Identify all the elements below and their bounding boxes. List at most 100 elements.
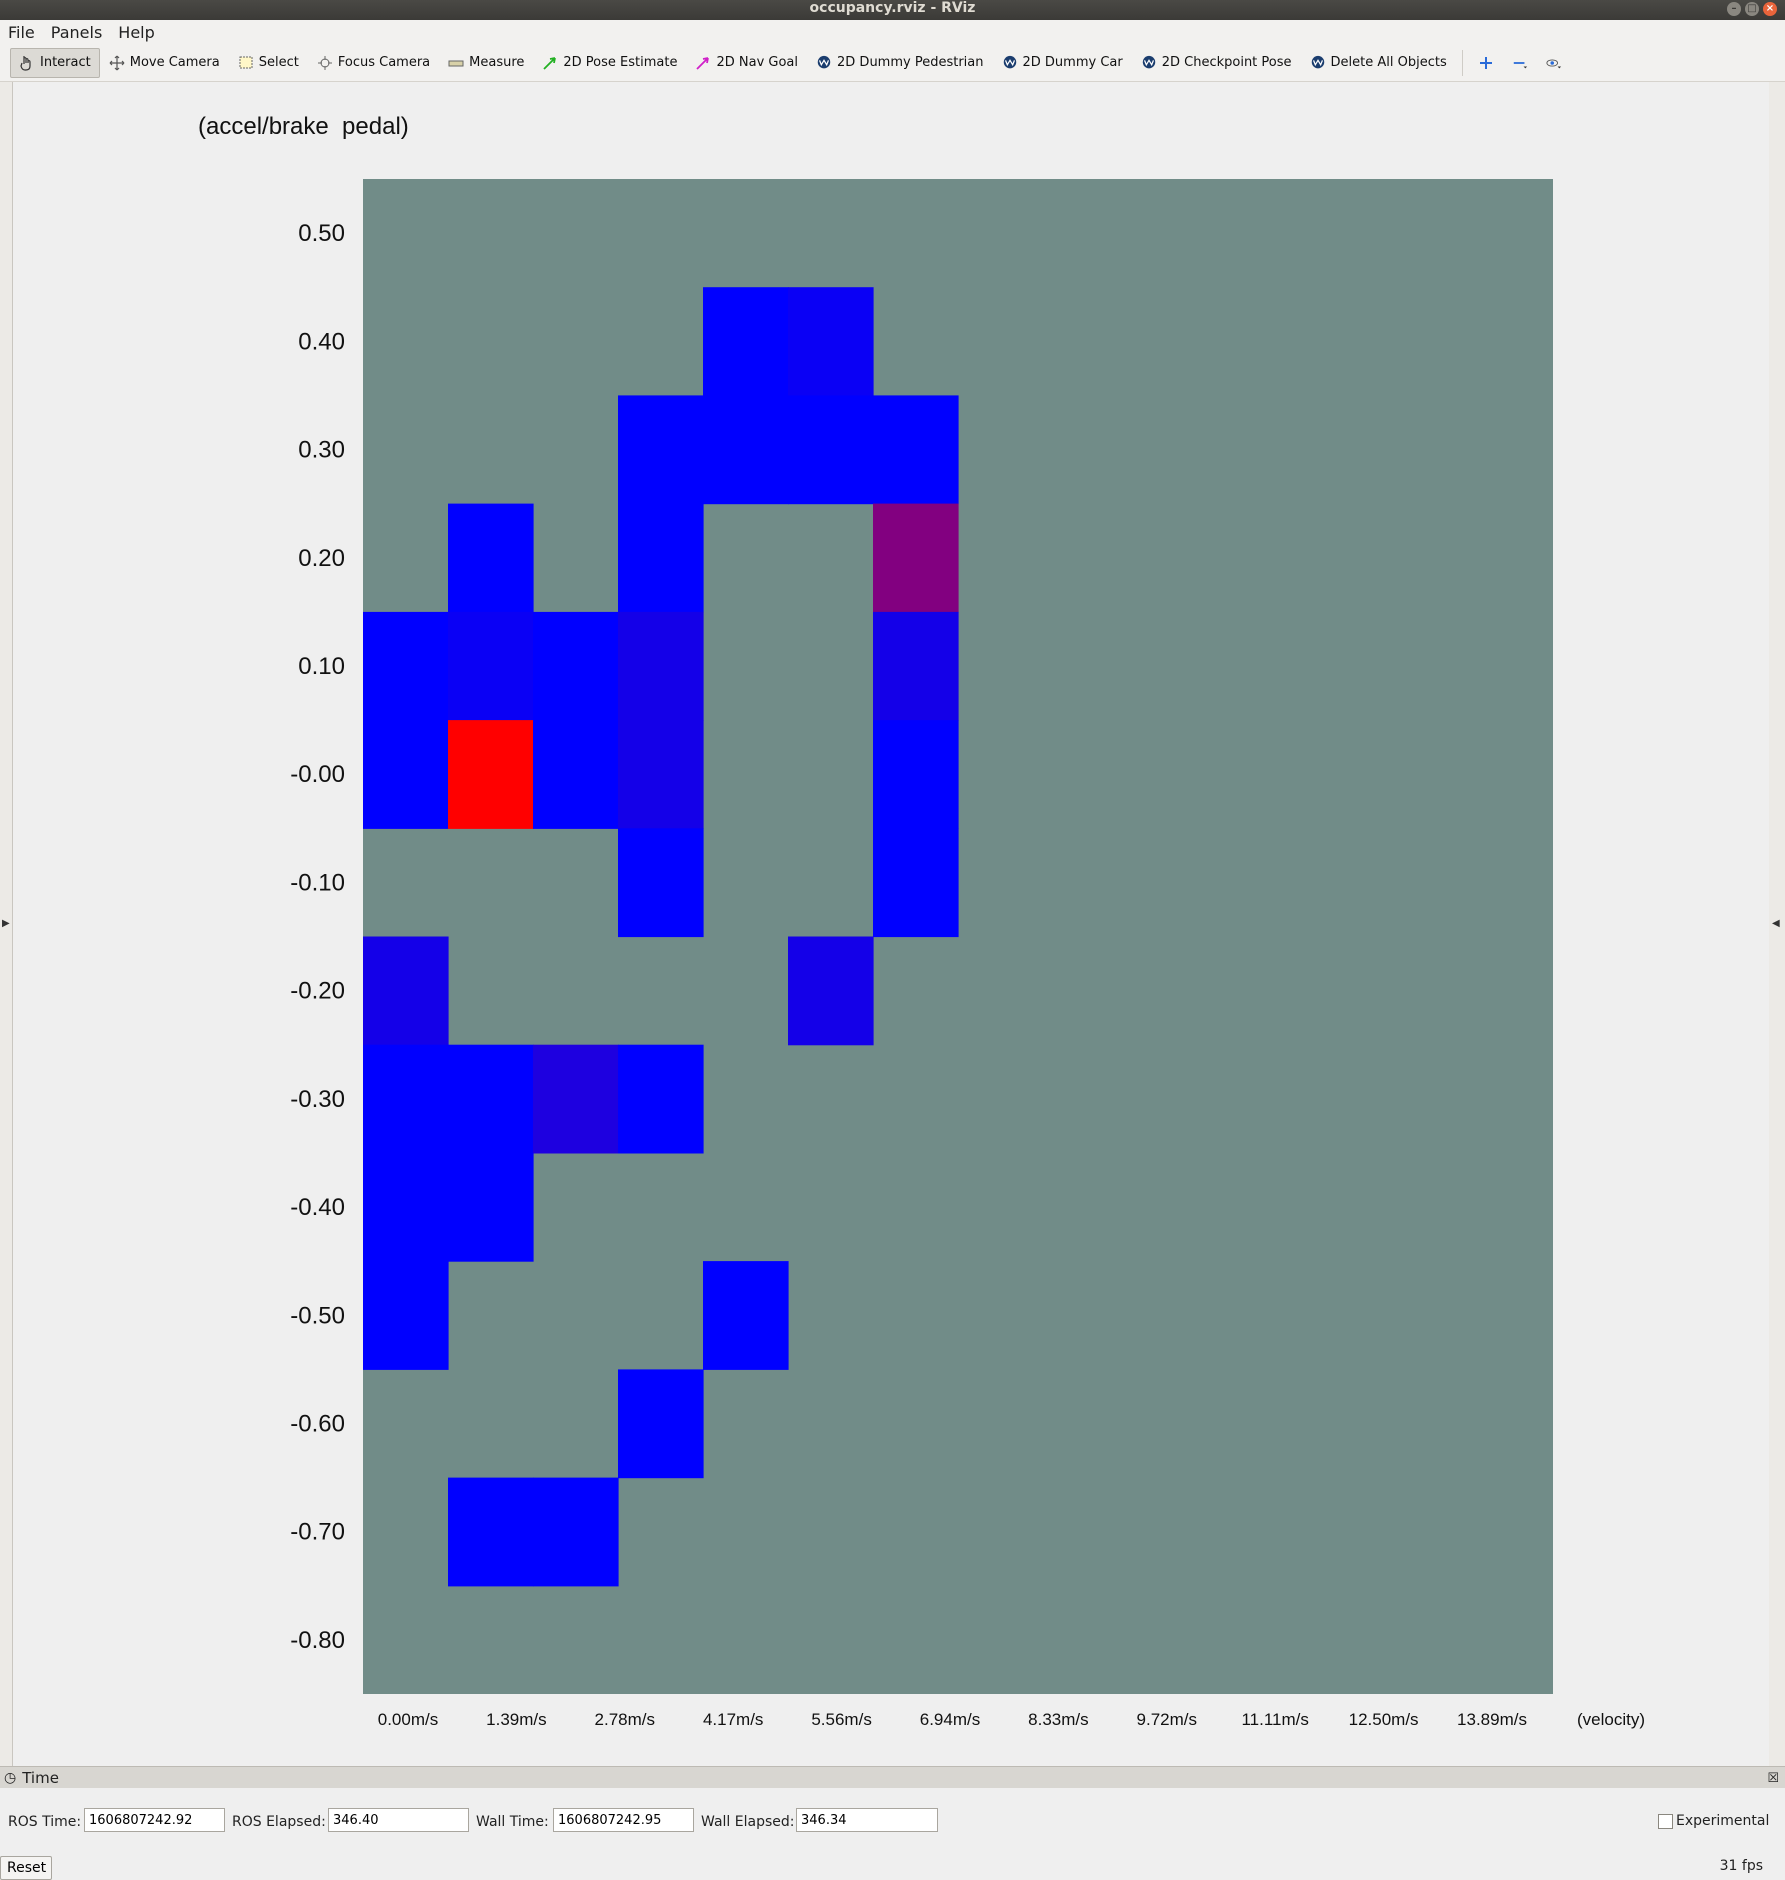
heatmap-cell <box>788 936 874 1046</box>
menu-bar: File Panels Help <box>0 20 1785 44</box>
remove-tool-icon <box>1512 55 1528 71</box>
x-tick-label: 8.33m/s <box>1028 1710 1088 1729</box>
x-tick-label: 2.78m/s <box>595 1710 655 1729</box>
view-options-button[interactable] <box>1537 48 1571 78</box>
wall-time-field[interactable] <box>553 1808 694 1832</box>
tool-move-camera[interactable]: Move Camera <box>100 48 229 78</box>
heatmap-cell <box>363 1152 449 1262</box>
menu-panels[interactable]: Panels <box>43 23 111 42</box>
reset-button[interactable]: Reset <box>0 1856 52 1880</box>
tool-interact[interactable]: Interact <box>10 47 100 78</box>
tool-2d-checkpoint-pose[interactable]: 2D Checkpoint Pose <box>1132 48 1301 78</box>
y-tick-label: 0.10 <box>298 653 345 680</box>
heatmap-cell <box>618 1044 704 1154</box>
heatmap-cell <box>363 1261 449 1370</box>
minimize-button[interactable]: – <box>1727 2 1741 16</box>
x-tick-label: 11.11m/s <box>1241 1710 1308 1729</box>
y-tick-label: 0.20 <box>298 545 345 572</box>
heatmap-cell <box>618 828 704 938</box>
remove-tool-button[interactable] <box>1503 48 1537 78</box>
heatmap-cell <box>873 611 959 721</box>
expand-left-icon[interactable]: ▶ <box>2 918 10 929</box>
add-tool-button[interactable] <box>1469 48 1503 78</box>
y-tick-label: -0.00 <box>290 761 345 788</box>
heatmap-cell <box>533 1477 619 1587</box>
heatmap-cell <box>788 395 874 505</box>
clock-icon: ◷ <box>4 1770 17 1786</box>
right-dock-gutter[interactable]: ◀ <box>1769 82 1785 1766</box>
y-tick-label: -0.60 <box>290 1410 345 1437</box>
tool-label: 2D Dummy Car <box>1022 55 1123 70</box>
ros-time-label: ROS Time: <box>8 1814 82 1830</box>
left-dock-gutter[interactable]: ▶ <box>0 82 12 1766</box>
ros-time-field[interactable] <box>84 1808 225 1832</box>
tool-measure[interactable]: Measure <box>439 48 533 78</box>
x-tick-label: 5.56m/s <box>811 1710 871 1729</box>
y-tick-label: -0.40 <box>290 1194 345 1221</box>
x-tick-label: 1.39m/s <box>486 1710 546 1729</box>
y-tick-label: 0.50 <box>298 220 345 247</box>
tool-label: Interact <box>40 55 91 70</box>
heatmap-cell <box>533 1044 619 1154</box>
heatmap-cell <box>618 395 704 505</box>
y-tick-label: -0.10 <box>290 869 345 896</box>
ros-elapsed-label: ROS Elapsed: <box>232 1814 326 1830</box>
close-window-button[interactable]: × <box>1763 2 1777 16</box>
fps-readout: 31 fps <box>1719 1858 1763 1874</box>
heatmap-cell <box>618 503 704 613</box>
heatmap-cell <box>873 720 959 829</box>
experimental-checkbox[interactable] <box>1658 1814 1673 1829</box>
tool-label: Focus Camera <box>337 55 431 70</box>
window-title: occupancy.rviz - RViz <box>809 0 976 16</box>
expand-right-icon[interactable]: ◀ <box>1772 918 1780 929</box>
heatmap-cell <box>703 1261 789 1370</box>
y-tick-label: 0.40 <box>298 328 345 355</box>
menu-file[interactable]: File <box>0 23 43 42</box>
autoware-logo-icon <box>1002 55 1018 71</box>
toolbar-separator <box>1461 49 1463 76</box>
heatmap-cell <box>873 395 959 505</box>
heatmap-cell <box>788 287 874 396</box>
y-tick-label: -0.70 <box>290 1519 345 1546</box>
tools-toolbar: Interact Move Camera Select Focus Camera… <box>0 44 1785 82</box>
y-tick-label: 0.30 <box>298 437 345 464</box>
ros-elapsed-field[interactable] <box>328 1808 469 1832</box>
heatmap-cell <box>618 1369 704 1479</box>
add-tool-icon <box>1478 55 1494 71</box>
view-eye-icon <box>1546 55 1562 71</box>
tool-label: 2D Nav Goal <box>716 55 799 70</box>
tool-2d-nav-goal[interactable]: 2D Nav Goal <box>686 48 807 78</box>
heatmap-cell <box>448 1044 534 1154</box>
tool-delete-all-objects[interactable]: Delete All Objects <box>1301 48 1456 78</box>
tool-label: 2D Pose Estimate <box>563 55 678 70</box>
tool-select[interactable]: Select <box>229 48 308 78</box>
wall-elapsed-label: Wall Elapsed: <box>701 1814 795 1830</box>
move-camera-icon <box>109 55 125 71</box>
hand-pointer-icon <box>19 55 35 71</box>
heatmap-cell <box>363 1044 449 1154</box>
magenta-arrow-icon <box>695 55 711 71</box>
heatmap-cell <box>448 720 534 829</box>
heatmap-cell <box>618 720 704 829</box>
x-tick-label: 4.17m/s <box>703 1710 763 1729</box>
y-tick-label: -0.80 <box>290 1627 345 1654</box>
tool-2d-dummy-car[interactable]: 2D Dummy Car <box>993 48 1132 78</box>
y-tick-label: -0.20 <box>290 978 345 1005</box>
heatmap-cell <box>363 936 449 1046</box>
heatmap-cell <box>448 1477 534 1587</box>
tool-2d-pose-estimate[interactable]: 2D Pose Estimate <box>533 48 686 78</box>
render-3d-view[interactable]: (accel/brake pedal) 0.50 0.40 0.30 0.20 0.10… <box>12 82 1770 1766</box>
menu-help[interactable]: Help <box>110 23 162 42</box>
heatmap-cell <box>703 287 789 396</box>
focus-crosshair-icon <box>317 55 333 71</box>
close-panel-icon[interactable]: ☒ <box>1767 1771 1779 1786</box>
heatmap-cell <box>873 503 959 613</box>
tool-2d-dummy-pedestrian[interactable]: 2D Dummy Pedestrian <box>807 48 992 78</box>
tool-focus-camera[interactable]: Focus Camera <box>308 48 439 78</box>
y-axis-label: (accel/brake pedal) <box>198 113 409 140</box>
tool-label: Move Camera <box>129 55 220 70</box>
wall-elapsed-field[interactable] <box>796 1808 938 1832</box>
tool-label: 2D Checkpoint Pose <box>1161 55 1292 70</box>
maximize-button[interactable]: □ <box>1745 2 1759 16</box>
heatmap-cell <box>448 611 534 721</box>
